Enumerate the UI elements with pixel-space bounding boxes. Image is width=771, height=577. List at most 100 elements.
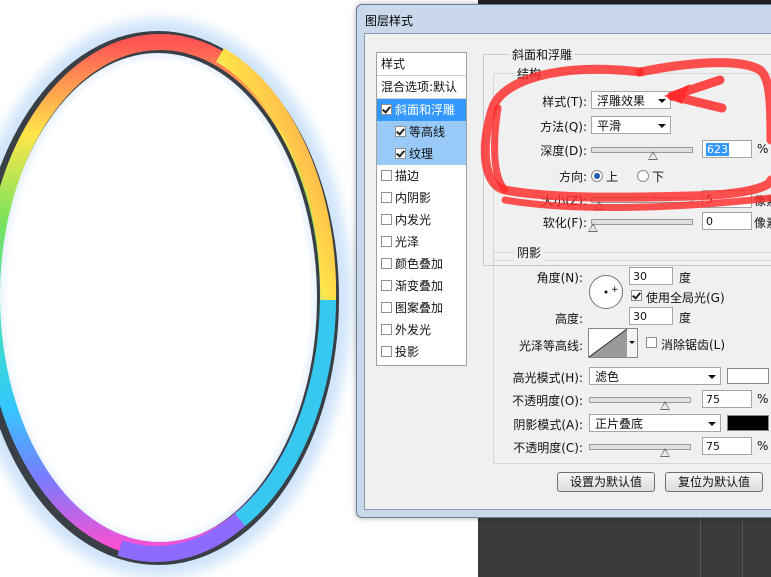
technique-value: 平滑: [597, 119, 622, 133]
style-item-inner-glow[interactable]: 内发光: [377, 209, 466, 231]
depth-label: 深度(D):: [540, 144, 587, 158]
dialog-title: 图层样式: [365, 14, 414, 28]
style-item-contour[interactable]: 等高线: [377, 121, 466, 143]
size-input[interactable]: 5: [702, 190, 752, 208]
style-item-label: 斜面和浮雕: [395, 103, 456, 117]
shadow-opacity-unit: %: [757, 439, 769, 453]
style-list: 样式 混合选项:默认 斜面和浮雕 等高线 纹理 描边 内阴影 内发光 光泽 颜色…: [376, 52, 467, 366]
antialias-label: 消除锯齿(L): [661, 338, 726, 352]
bevel-emboss-group-title: 斜面和浮雕: [509, 46, 576, 63]
antialias-checkbox[interactable]: [646, 337, 657, 348]
style-item-label: 图案叠加: [395, 301, 444, 315]
chevron-down-icon: [658, 99, 666, 103]
style-item-bevel-emboss[interactable]: 斜面和浮雕: [377, 99, 466, 121]
style-item-texture[interactable]: 纹理: [377, 143, 466, 165]
bevel-style-select[interactable]: 浮雕效果: [591, 91, 671, 109]
reset-default-button[interactable]: 复位为默认值: [665, 472, 763, 492]
style-item-gradient-overlay[interactable]: 渐变叠加: [377, 275, 466, 297]
direction-up-radio[interactable]: [591, 170, 603, 182]
shadow-mode-value: 正片叠底: [595, 417, 644, 431]
global-light-checkbox[interactable]: [631, 290, 642, 301]
style-item-drop-shadow[interactable]: 投影: [377, 341, 466, 363]
drop-shadow-checkbox[interactable]: [381, 346, 392, 357]
highlight-mode-select[interactable]: 滤色: [589, 367, 721, 385]
layer-style-dialog: 图层样式 样式 混合选项:默认 斜面和浮雕 等高线 纹理 描边 内阴影 内发光 …: [356, 4, 771, 518]
shadow-opacity-label: 不透明度(C):: [513, 441, 583, 455]
rainbow-ring-artwork: [0, 19, 351, 577]
global-light-label: 使用全局光(G): [646, 291, 725, 305]
bevel-style-value: 浮雕效果: [597, 94, 646, 108]
style-item-satin[interactable]: 光泽: [377, 231, 466, 253]
highlight-color-swatch[interactable]: [727, 368, 769, 384]
highlight-opacity-label: 不透明度(O):: [512, 394, 583, 408]
style-item-label: 纹理: [409, 147, 434, 161]
direction-down-label: 下: [652, 170, 665, 184]
slider-thumb[interactable]: [588, 223, 598, 232]
size-slider[interactable]: [591, 197, 693, 210]
shadow-color-swatch[interactable]: [727, 415, 769, 431]
style-item-label: 描边: [395, 169, 420, 183]
shadow-opacity-input[interactable]: 75: [702, 437, 752, 455]
depth-input[interactable]: 623: [702, 140, 752, 158]
style-item-inner-shadow[interactable]: 内阴影: [377, 187, 466, 209]
depth-slider[interactable]: [591, 147, 693, 160]
shadow-mode-select[interactable]: 正片叠底: [589, 414, 721, 432]
make-default-button[interactable]: 设置为默认值: [557, 472, 655, 492]
style-item-stroke[interactable]: 描边: [377, 165, 466, 187]
inner-glow-checkbox[interactable]: [381, 214, 392, 225]
contour-checkbox[interactable]: [395, 126, 406, 137]
gloss-contour-preview[interactable]: [588, 328, 628, 358]
dialog-titlebar[interactable]: 图层样式: [357, 5, 771, 33]
technique-select[interactable]: 平滑: [591, 116, 671, 134]
angle-input[interactable]: 30: [629, 267, 673, 285]
size-unit: 像素: [754, 194, 771, 208]
structure-group-title: 结构: [514, 65, 545, 82]
gradient-overlay-checkbox[interactable]: [381, 280, 392, 291]
soften-input[interactable]: 0: [702, 212, 752, 230]
soften-label: 软化(F):: [542, 216, 587, 230]
angle-value: 30: [633, 270, 647, 283]
depth-value: 623: [706, 143, 729, 156]
gloss-contour-dropdown[interactable]: [627, 328, 638, 358]
direction-down-radio[interactable]: [637, 170, 649, 182]
satin-checkbox[interactable]: [381, 236, 392, 247]
style-item-label: 内阴影: [395, 191, 432, 205]
shadow-opacity-value: 75: [706, 440, 720, 453]
angle-dial[interactable]: +: [589, 275, 623, 309]
style-item-pattern-overlay[interactable]: 图案叠加: [377, 297, 466, 319]
style-item-label: 颜色叠加: [395, 257, 444, 271]
color-overlay-checkbox[interactable]: [381, 258, 392, 269]
style-item-label: 等高线: [409, 125, 446, 139]
stroke-checkbox[interactable]: [381, 170, 392, 181]
shadow-opacity-slider[interactable]: [589, 444, 691, 457]
bevel-emboss-checkbox[interactable]: [381, 104, 392, 115]
size-label: 大小(Z):: [541, 194, 587, 208]
soften-slider[interactable]: [588, 219, 693, 232]
slider-thumb[interactable]: [660, 401, 670, 410]
style-item-outer-glow[interactable]: 外发光: [377, 319, 466, 341]
style-item-color-overlay[interactable]: 颜色叠加: [377, 253, 466, 275]
texture-checkbox[interactable]: [395, 148, 406, 159]
style-item-label: 投影: [395, 345, 420, 359]
slider-thumb[interactable]: [648, 151, 658, 160]
pattern-overlay-checkbox[interactable]: [381, 302, 392, 313]
inner-shadow-checkbox[interactable]: [381, 192, 392, 203]
soften-unit: 像素: [754, 216, 771, 230]
document-canvas[interactable]: [0, 0, 360, 577]
chevron-down-icon: [708, 375, 716, 379]
soften-value: 0: [706, 215, 713, 228]
blend-options-item[interactable]: 混合选项:默认: [377, 76, 466, 99]
gloss-contour-label: 光泽等高线:: [518, 339, 583, 353]
bevel-style-label: 样式(T):: [542, 95, 587, 109]
altitude-label: 高度:: [554, 312, 583, 326]
technique-label: 方法(Q):: [540, 120, 587, 134]
slider-thumb[interactable]: [594, 201, 604, 210]
style-list-header[interactable]: 样式: [377, 53, 466, 76]
slider-thumb[interactable]: [660, 448, 670, 457]
highlight-opacity-slider[interactable]: [589, 397, 691, 410]
altitude-input[interactable]: 30: [629, 307, 673, 325]
style-item-label: 光泽: [395, 235, 420, 249]
size-value: 5: [706, 193, 713, 206]
outer-glow-checkbox[interactable]: [381, 324, 392, 335]
highlight-opacity-input[interactable]: 75: [702, 390, 752, 408]
